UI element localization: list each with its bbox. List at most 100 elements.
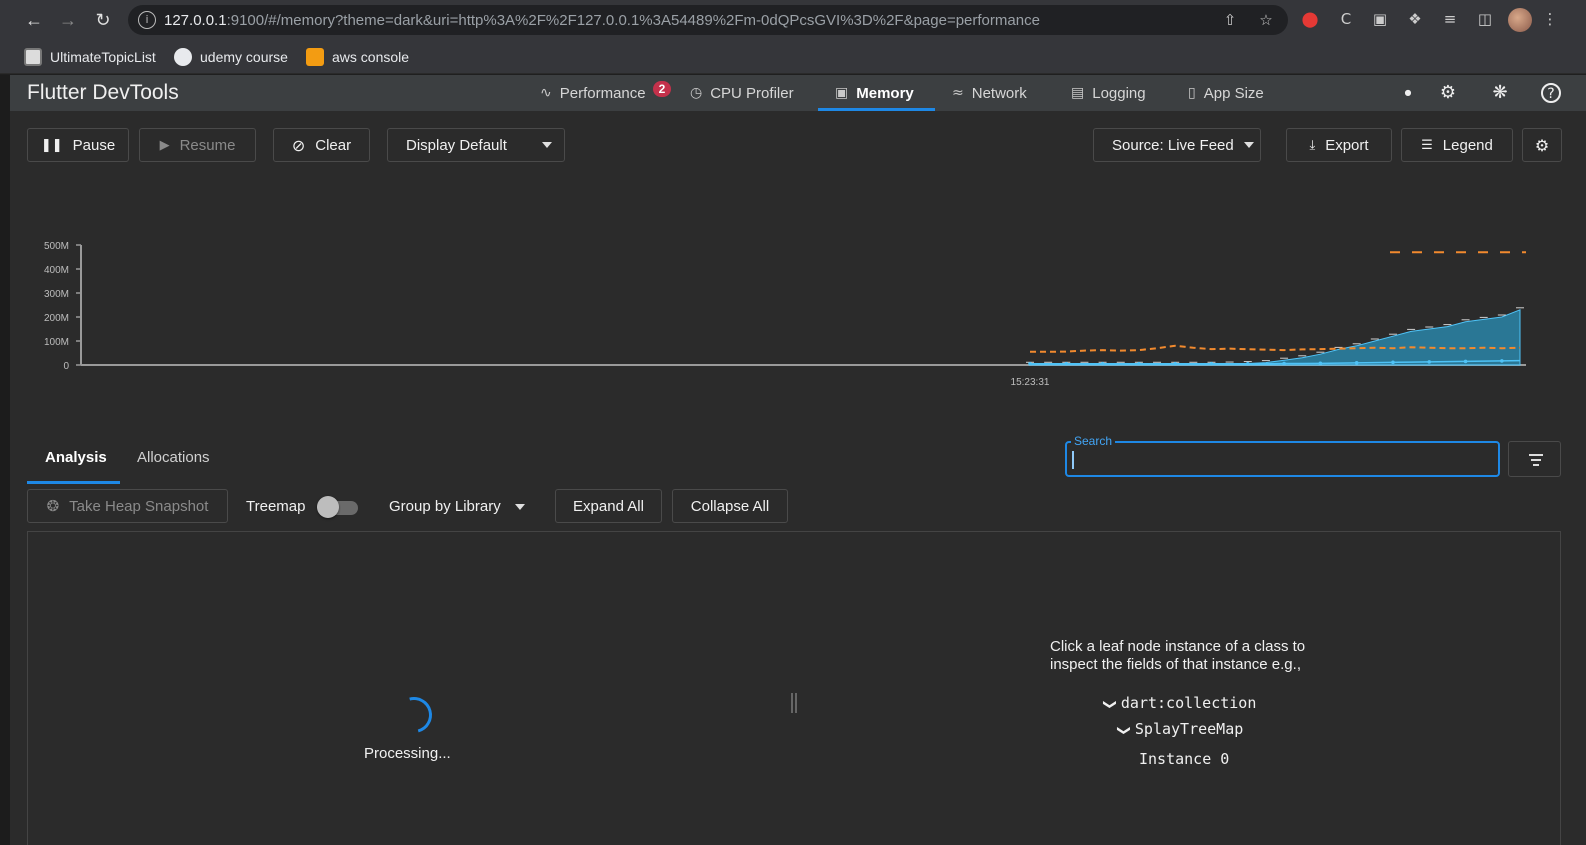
settings-gear-icon[interactable]: ⚙ [1437,82,1459,104]
tab-logging[interactable]: ▤ Logging [1071,75,1146,111]
back-arrow-icon[interactable]: ← [22,8,46,32]
line-point [1354,361,1359,365]
line-point [1245,362,1250,366]
tree-node-library: ❯ dart:collection [1101,694,1257,712]
chevron-down-icon [1243,142,1254,148]
memory-chart[interactable]: 500M 400M 300M 200M 100M 0 15:23:31 [10,225,1586,395]
more-vert-icon[interactable]: ⋮ [1540,9,1560,29]
camera-shutter-icon: ❂ [46,497,60,515]
source-label: Source: Live Feed [1112,136,1234,154]
pause-button[interactable]: ❚❚ Pause [27,128,129,162]
tab-performance[interactable]: ∿ Performance [540,75,646,111]
line-point [1064,362,1069,366]
side-panel-icon[interactable]: ◫ [1475,9,1495,29]
extension-shield-icon[interactable]: ⬤ [1300,9,1320,29]
bookmark-item[interactable]: udemy course [174,48,288,66]
treemap-label: Treemap [246,498,306,515]
bookmark-label: udemy course [200,49,288,65]
filter-button[interactable] [1508,441,1561,477]
block-icon: ⊘ [291,135,306,155]
tree-node-class: ❯ SplayTreeMap [1115,720,1243,738]
tree-label: dart:collection [1120,694,1257,712]
area-series [1029,309,1521,366]
extensions-puzzle-icon[interactable]: ❖ [1405,9,1425,29]
tab-cpu-profiler[interactable]: ◷ CPU Profiler [690,75,794,111]
wifi-icon: ≈ [952,85,964,101]
extension-c-icon[interactable]: C [1336,9,1356,29]
tab-allocations[interactable]: Allocations [137,449,210,466]
bookmark-item[interactable]: UltimateTopicList [24,48,156,66]
bug-icon[interactable]: ❋ [1489,82,1511,104]
display-dropdown[interactable]: Display Default [387,128,565,162]
expand-all-button[interactable]: Expand All [555,489,662,523]
clear-button[interactable]: ⊘ Clear [273,128,370,162]
forward-arrow-icon[interactable]: → [56,8,80,32]
pause-label: Pause [72,136,116,154]
collapse-all-button[interactable]: Collapse All [672,489,788,523]
group-by-dropdown[interactable]: Group by Library [389,498,525,515]
aws-cube-icon [306,48,324,66]
line-point [1500,359,1504,363]
resume-label: Resume [179,136,236,154]
pause-icon: ❚❚ [40,137,63,153]
share-icon[interactable]: ⇧ [1220,10,1240,30]
tab-label: App Size [1203,84,1264,102]
source-dropdown[interactable]: Source: Live Feed [1093,128,1261,162]
tab-network[interactable]: ≈ Network [952,75,1027,111]
bookmark-page-icon [24,48,42,66]
treemap-toggle-thumb[interactable] [317,496,339,518]
download-icon: ⤓ [1309,137,1316,153]
tab-label: Logging [1092,84,1146,102]
export-button[interactable]: ⤓ Export [1286,128,1392,162]
split-pane-handle[interactable] [791,693,797,713]
help-icon[interactable]: ? [1541,83,1561,103]
bookmark-label: aws console [332,49,410,65]
github-icon [174,48,192,66]
chevron-down-icon: ❯ [1101,699,1117,710]
site-info-icon[interactable]: i [138,11,156,29]
line-point [1318,361,1323,366]
line-point [1100,362,1105,366]
app-title: Flutter DevTools [27,81,179,104]
y-tick-label: 300M [44,289,69,300]
tree-node-instance: Instance 0 [1139,750,1230,768]
tab-app-size[interactable]: ▯ App Size [1188,75,1264,111]
hint-line: Click a leaf node instance of a class to [1050,638,1306,655]
resume-button[interactable]: ▶ Resume [139,128,256,162]
chevron-down-icon: ❯ [1115,725,1131,736]
line-point [1427,360,1432,364]
expand-all-label: Expand All [573,497,644,515]
take-snapshot-label: Take Heap Snapshot [69,497,209,515]
star-icon[interactable]: ☆ [1256,10,1276,30]
export-label: Export [1325,136,1369,154]
bookmark-item[interactable]: aws console [306,48,409,66]
collapse-all-label: Collapse All [690,497,770,515]
list-icon: ☰ [1421,137,1433,153]
chart-settings-button[interactable]: ⚙ [1522,128,1562,162]
group-by-label: Group by Library [389,498,501,515]
processing-text: Processing... [364,745,451,762]
inspect-hint: Click a leaf node instance of a class to… [1050,638,1340,674]
line-point [1137,362,1141,366]
filter-icon [1533,464,1539,466]
profile-avatar[interactable] [1508,8,1532,32]
active-tab-indicator [818,108,935,111]
bookmarks-bar: UltimateTopicList udemy course aws conso… [0,40,1586,74]
tab-memory[interactable]: ▣ Memory [835,75,914,111]
bookmark-label: UltimateTopicList [50,49,156,65]
play-icon: ▶ [159,137,170,153]
tab-analysis[interactable]: Analysis [45,449,107,466]
legend-button[interactable]: ☰ Legend [1401,128,1513,162]
search-input[interactable] [1065,441,1500,477]
address-bar[interactable]: i 127.0.0.1:9100/#/memory?theme=dark&uri… [128,5,1288,35]
take-heap-snapshot-button[interactable]: ❂ Take Heap Snapshot [27,489,228,523]
left-gutter [0,75,10,845]
memory-icon: ▣ [835,85,849,101]
media-queue-icon[interactable]: ≡ [1440,9,1460,29]
y-tick-label: 100M [44,337,69,348]
text-cursor [1072,451,1074,469]
notification-badge: 2 [653,81,671,97]
search-label: Search [1071,434,1116,448]
extension-image-icon[interactable]: ▣ [1370,9,1390,29]
reload-icon[interactable]: ↻ [91,8,115,32]
